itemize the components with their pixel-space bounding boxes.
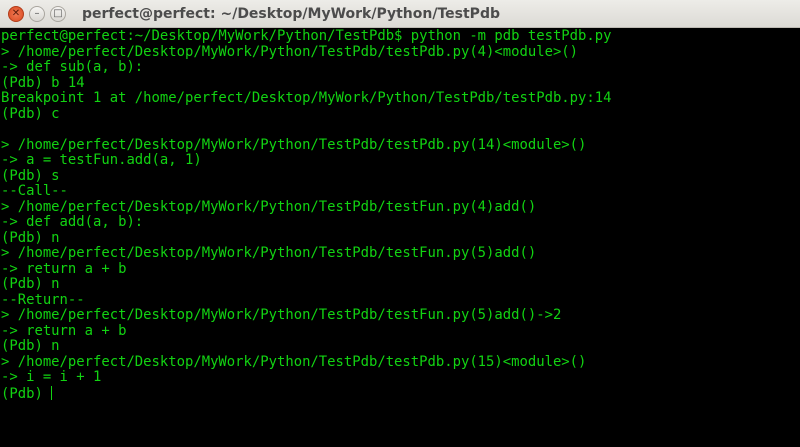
terminal-output[interactable]: perfect@perfect:~/Desktop/MyWork/Python/… <box>0 28 800 402</box>
terminal-line: > /home/perfect/Desktop/MyWork/Python/Te… <box>1 353 587 370</box>
terminal-line: --Return-- <box>1 291 85 308</box>
pdb-prompt: (Pdb) <box>1 385 52 402</box>
terminal-line: perfect@perfect:~/Desktop/MyWork/Python/… <box>1 28 612 44</box>
close-button[interactable]: ✕ <box>8 5 24 22</box>
terminal-prompt-line[interactable]: (Pdb) <box>1 385 800 403</box>
text-cursor <box>51 385 53 400</box>
terminal-line: > /home/perfect/Desktop/MyWork/Python/Te… <box>1 307 562 323</box>
terminal-line: -> return a + b <box>1 260 127 277</box>
terminal-line: > /home/perfect/Desktop/MyWork/Python/Te… <box>1 245 537 261</box>
terminal-line: (Pdb) c <box>1 105 60 122</box>
terminal-line: (Pdb) n <box>1 276 60 292</box>
terminal-line: -> def sub(a, b): <box>1 59 144 75</box>
terminal-line: -> i = i + 1 <box>1 369 102 385</box>
terminal-line: > /home/perfect/Desktop/MyWork/Python/Te… <box>1 43 579 60</box>
minimize-button[interactable]: – <box>29 5 45 22</box>
maximize-icon: □ <box>53 8 63 19</box>
maximize-button[interactable]: □ <box>50 5 66 22</box>
terminal-line: -> return a + b <box>1 322 127 339</box>
close-icon: ✕ <box>11 8 21 19</box>
terminal-line: --Call-- <box>1 183 68 199</box>
terminal-line: -> def add(a, b): <box>1 214 144 230</box>
minimize-icon: – <box>34 8 40 19</box>
terminal-line: -> a = testFun.add(a, 1) <box>1 152 202 168</box>
window-title: perfect@perfect: ~/Desktop/MyWork/Python… <box>82 5 500 22</box>
terminal-line: (Pdb) n <box>1 338 60 354</box>
terminal-line: (Pdb) n <box>1 229 60 246</box>
title-bar: ✕ – □ perfect@perfect: ~/Desktop/MyWork/… <box>0 0 800 28</box>
terminal-line: (Pdb) b 14 <box>1 74 85 91</box>
terminal-line: (Pdb) s <box>1 167 60 184</box>
terminal-line: > /home/perfect/Desktop/MyWork/Python/Te… <box>1 198 537 215</box>
terminal-line: > /home/perfect/Desktop/MyWork/Python/Te… <box>1 136 587 153</box>
terminal-line: Breakpoint 1 at /home/perfect/Desktop/My… <box>1 90 612 106</box>
